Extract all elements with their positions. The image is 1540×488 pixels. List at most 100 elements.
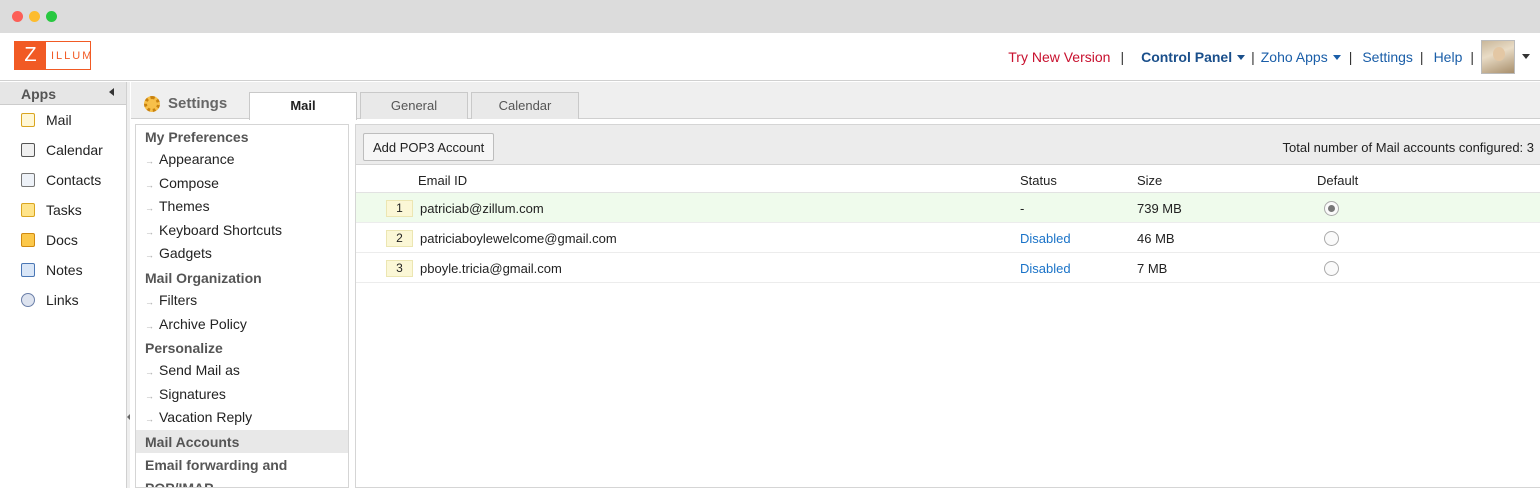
help-link[interactable]: Help bbox=[1434, 49, 1463, 65]
chevron-down-icon[interactable] bbox=[1522, 54, 1530, 59]
group-heading: Personalize bbox=[145, 340, 223, 357]
pref-item-email-forwarding-cont[interactable]: POP/IMAP bbox=[136, 476, 348, 487]
tab-mail[interactable]: Mail bbox=[249, 92, 357, 120]
pref-item-label: Compose bbox=[159, 174, 219, 191]
group-heading: My Preferences bbox=[145, 129, 249, 145]
email-cell: patriciab@zillum.com bbox=[420, 201, 544, 216]
tab-calendar[interactable]: Calendar bbox=[471, 92, 579, 119]
tab-general[interactable]: General bbox=[360, 92, 468, 119]
pref-item-label: Vacation Reply bbox=[159, 409, 253, 426]
table-row[interactable]: 3 pboyle.tricia@gmail.com Disabled 7 MB bbox=[356, 253, 1540, 283]
arrow-right-icon: → bbox=[145, 203, 154, 214]
control-panel-menu[interactable]: Control Panel bbox=[1141, 48, 1246, 65]
group-heading: Mail Organization bbox=[145, 269, 262, 286]
default-radio[interactable] bbox=[1324, 201, 1339, 216]
add-pop3-account-button[interactable]: Add POP3 Account bbox=[363, 133, 495, 161]
arrow-right-icon: → bbox=[145, 320, 154, 331]
size-cell: 46 MB bbox=[1137, 231, 1175, 246]
sidebar-item-tasks[interactable]: Tasks bbox=[0, 195, 126, 225]
default-radio[interactable] bbox=[1324, 261, 1339, 276]
minimize-window-button[interactable] bbox=[29, 11, 40, 22]
sidebar-item-contacts[interactable]: Contacts bbox=[0, 165, 126, 195]
collapse-left-icon[interactable] bbox=[127, 414, 130, 420]
sidebar-item-mail[interactable]: Mail bbox=[0, 105, 126, 135]
nav-separator: | bbox=[1419, 48, 1424, 65]
preferences-list: My Preferences → Appearance → Compose → The… bbox=[135, 124, 349, 488]
pref-item-keyboard-shortcuts[interactable]: → Keyboard Shortcuts bbox=[136, 219, 348, 243]
sidebar-item-links[interactable]: Links bbox=[0, 285, 126, 315]
arrow-right-icon: → bbox=[145, 367, 154, 378]
pref-item-send-mail-as[interactable]: → Send Mail as bbox=[136, 359, 348, 383]
pref-item-label: Filters bbox=[159, 291, 198, 308]
sidebar-resize-handle[interactable] bbox=[127, 82, 130, 488]
docs-icon bbox=[21, 233, 35, 247]
arrow-right-icon: → bbox=[145, 250, 154, 261]
collapse-left-icon[interactable] bbox=[109, 88, 114, 96]
logo-text: illum bbox=[51, 50, 94, 62]
chevron-down-icon bbox=[1237, 55, 1246, 61]
avatar[interactable] bbox=[1481, 39, 1515, 74]
pref-item-label: Appearance bbox=[159, 151, 235, 167]
pref-item-themes[interactable]: → Themes bbox=[136, 195, 348, 219]
pref-item-label: Keyboard Shortcuts bbox=[159, 221, 282, 238]
pref-item-label: Themes bbox=[159, 198, 210, 215]
top-header: Z illum Try New Version | Control Panel … bbox=[0, 33, 1540, 81]
pref-item-appearance[interactable]: → Appearance bbox=[136, 148, 348, 172]
status-cell: - bbox=[1020, 201, 1025, 216]
pref-item-email-forwarding[interactable]: Email forwarding and bbox=[136, 453, 348, 476]
table-row[interactable]: 1 patriciab@zillum.com - 739 MB bbox=[356, 193, 1540, 223]
notes-icon bbox=[21, 263, 35, 277]
control-panel-label: Control Panel bbox=[1141, 48, 1233, 65]
sidebar-item-label: Notes bbox=[46, 262, 83, 278]
arrow-right-icon: → bbox=[145, 226, 154, 237]
pref-item-compose[interactable]: → Compose bbox=[136, 172, 348, 196]
zillum-logo[interactable]: Z illum bbox=[14, 41, 91, 70]
close-window-button[interactable] bbox=[12, 11, 23, 22]
column-email: Email ID bbox=[418, 173, 468, 188]
status-disabled-link[interactable]: Disabled bbox=[1020, 261, 1071, 276]
mail-icon bbox=[21, 113, 35, 127]
window-titlebar bbox=[0, 0, 1540, 33]
email-cell: patriciaboylewelcome@gmail.com bbox=[420, 231, 617, 246]
pref-item-vacation-reply[interactable]: → Vacation Reply bbox=[136, 406, 348, 430]
sidebar-item-notes[interactable]: Notes bbox=[0, 255, 126, 285]
table-row[interactable]: 2 patriciaboylewelcome@gmail.com Disable… bbox=[356, 223, 1540, 253]
contacts-icon bbox=[21, 173, 35, 187]
settings-link[interactable]: Settings bbox=[1362, 49, 1413, 65]
zoho-apps-label: Zoho Apps bbox=[1260, 48, 1328, 65]
total-accounts-label: Total number of Mail accounts configured… bbox=[1282, 140, 1534, 155]
apps-sidebar: Apps Mail Calendar Contacts Tasks Docs N… bbox=[0, 82, 127, 488]
pref-item-archive-policy[interactable]: → Archive Policy bbox=[136, 313, 348, 337]
row-number: 1 bbox=[386, 200, 413, 217]
pref-item-gadgets[interactable]: → Gadgets bbox=[136, 242, 348, 266]
apps-title: Apps bbox=[21, 86, 56, 102]
column-default: Default bbox=[1317, 173, 1359, 188]
sidebar-item-label: Docs bbox=[46, 232, 78, 248]
nav-separator: | bbox=[1348, 48, 1353, 65]
pref-item-filters[interactable]: → Filters bbox=[136, 289, 348, 313]
pref-item-label: Archive Policy bbox=[159, 315, 247, 332]
mail-accounts-panel: Add POP3 Account Total number of Mail ac… bbox=[355, 124, 1540, 488]
arrow-right-icon: → bbox=[145, 296, 154, 307]
pref-item-label: Signatures bbox=[159, 385, 226, 402]
size-cell: 739 MB bbox=[1137, 201, 1182, 216]
row-number: 2 bbox=[386, 230, 413, 247]
maximize-window-button[interactable] bbox=[46, 11, 57, 22]
sidebar-item-calendar[interactable]: Calendar bbox=[0, 135, 126, 165]
default-radio[interactable] bbox=[1324, 231, 1339, 246]
sidebar-item-label: Links bbox=[46, 292, 79, 308]
sidebar-item-label: Calendar bbox=[46, 142, 103, 158]
sidebar-item-label: Contacts bbox=[46, 172, 102, 188]
try-new-version-link[interactable]: Try New Version bbox=[1008, 49, 1110, 65]
pref-item-signatures[interactable]: → Signatures bbox=[136, 383, 348, 407]
tasks-icon bbox=[21, 203, 35, 217]
arrow-right-icon: → bbox=[145, 156, 154, 166]
zoho-apps-menu[interactable]: Zoho Apps bbox=[1261, 49, 1341, 65]
arrow-right-icon: → bbox=[145, 414, 154, 425]
links-icon bbox=[21, 293, 35, 307]
pref-item-mail-accounts[interactable]: Mail Accounts bbox=[136, 429, 348, 453]
sidebar-item-label: Tasks bbox=[46, 202, 82, 218]
settings-tab-bar: Settings Mail General Calendar bbox=[131, 82, 1540, 120]
sidebar-item-docs[interactable]: Docs bbox=[0, 225, 126, 255]
status-disabled-link[interactable]: Disabled bbox=[1020, 231, 1071, 246]
